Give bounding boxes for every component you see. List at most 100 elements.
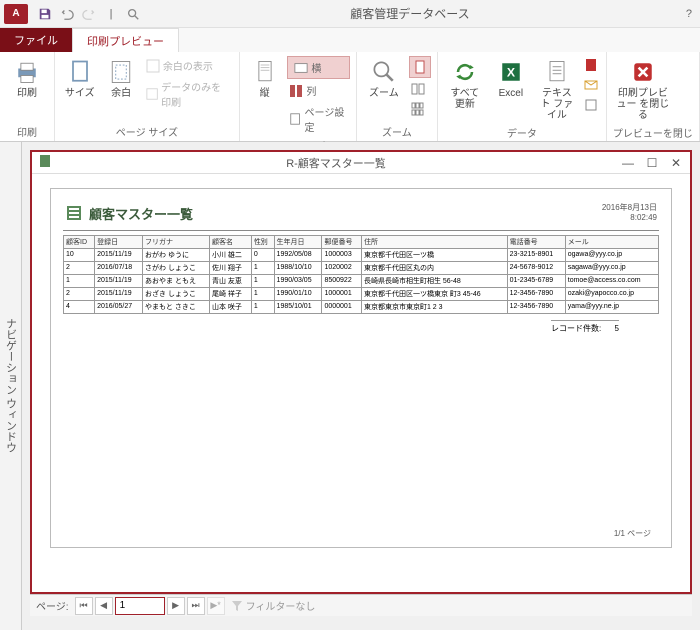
table-cell: あおやま ともえ	[143, 274, 210, 287]
table-row: 102015/11/19おがわ ゆうに小川 雄二01992/05/0810000…	[64, 248, 659, 261]
table-cell: 23-3215-8901	[507, 248, 565, 261]
report-body: 顧客マスター一覧 2016年8月13日 8:02:49 顧客ID登録日フリガナ顧…	[32, 174, 690, 592]
close-icon[interactable]: ✕	[668, 156, 684, 170]
table-cell: 1	[251, 287, 274, 300]
pdf-button[interactable]	[582, 56, 600, 74]
email-button[interactable]	[582, 76, 600, 94]
table-cell: 2016/07/18	[95, 261, 143, 274]
table-header: 登録日	[95, 235, 143, 248]
size-button[interactable]: サイズ	[61, 56, 98, 101]
ribbon: 印刷 印刷 サイズ 余白 余白の表示 データのみを印刷	[0, 52, 700, 142]
landscape-button[interactable]: 横	[287, 56, 349, 79]
report-page: 顧客マスター一覧 2016年8月13日 8:02:49 顧客ID登録日フリガナ顧…	[50, 188, 672, 548]
table-cell: 2015/11/19	[95, 287, 143, 300]
canvas: R-顧客マスター一覧 ― ☐ ✕ 顧客マスター一覧 2016年8月13	[22, 142, 700, 630]
table-header: 顧客名	[209, 235, 251, 248]
table-header: 住所	[361, 235, 507, 248]
table-cell: 佐川 翔子	[209, 261, 251, 274]
table-cell: sagawa@yyy.co.jp	[565, 261, 658, 274]
undo-icon[interactable]	[58, 5, 76, 23]
table-header: 性別	[251, 235, 274, 248]
margin-button[interactable]: 余白	[102, 56, 139, 101]
table-cell: 東京都千代田区一ツ橋東京 町3 45-46	[361, 287, 507, 300]
table-cell: 2015/11/19	[95, 274, 143, 287]
table-cell: yama@yyy.ne.jp	[565, 300, 658, 313]
last-page-button[interactable]: ⏭	[187, 597, 205, 615]
table-row: 22015/11/19おざき しょうこ尾崎 祥子11990/01/1010000…	[64, 287, 659, 300]
table-cell: 尾崎 祥子	[209, 287, 251, 300]
table-cell: 10	[64, 248, 95, 261]
new-page-button: ▶*	[207, 597, 225, 615]
table-cell: 2	[64, 287, 95, 300]
table-cell: 1	[64, 274, 95, 287]
table-cell: tomoe@access.co.com	[565, 274, 658, 287]
help-icon[interactable]: ?	[686, 8, 692, 20]
page-number-input[interactable]	[115, 597, 165, 615]
group-data: すべて 更新 X Excel テキスト ファイル データ	[438, 52, 607, 141]
ribbon-tabs: ファイル 印刷プレビュー	[0, 28, 700, 52]
table-header: フリガナ	[143, 235, 210, 248]
table-cell: 長崎県長崎市相生町相生 56-48	[361, 274, 507, 287]
excel-button[interactable]: X Excel	[490, 56, 532, 101]
print-button[interactable]: 印刷	[6, 56, 48, 101]
table-cell: 4	[64, 300, 95, 313]
table-cell: 2016/05/27	[95, 300, 143, 313]
report-icon	[38, 154, 52, 171]
table-header: 生年月日	[274, 235, 322, 248]
search-icon[interactable]	[124, 5, 142, 23]
close-preview-button[interactable]: 印刷プレビュー を閉じる	[613, 56, 673, 123]
table-cell: 東京都千代田区丸の内	[361, 261, 507, 274]
filter-indicator: フィルターなし	[231, 598, 316, 613]
tab-print-preview[interactable]: 印刷プレビュー	[72, 28, 179, 52]
show-margin-checkbox[interactable]: 余白の表示	[144, 56, 233, 75]
one-page-button[interactable]	[409, 56, 431, 78]
table-cell: 24-5678-9012	[507, 261, 565, 274]
table-cell: 1000001	[322, 287, 361, 300]
table-header: 郵便番号	[322, 235, 361, 248]
record-navigator: ページ: ⏮ ◀ ▶ ⏭ ▶* フィルターなし	[30, 594, 692, 616]
two-page-button[interactable]	[409, 80, 431, 98]
table-cell: 東京都東京市東京町1 2 3	[361, 300, 507, 313]
table-row: 12015/11/19あおやま ともえ青山 友恵11990/03/0585009…	[64, 274, 659, 287]
table-cell: ogawa@yyy.co.jp	[565, 248, 658, 261]
app-icon: A	[4, 4, 28, 24]
prev-page-button[interactable]: ◀	[95, 597, 113, 615]
zoom-button[interactable]: ズーム	[363, 56, 405, 101]
table-cell: おがわ ゆうに	[143, 248, 210, 261]
more-pages-button[interactable]	[409, 100, 431, 118]
report-window: R-顧客マスター一覧 ― ☐ ✕ 顧客マスター一覧 2016年8月13	[30, 150, 692, 594]
table-header: メール	[565, 235, 658, 248]
table-header: 顧客ID	[64, 235, 95, 248]
text-file-button[interactable]: テキスト ファイル	[536, 56, 578, 123]
navigation-pane[interactable]: ナビゲーション ウィンドウ	[0, 142, 22, 630]
page-setup-button[interactable]: ページ設定	[287, 102, 349, 136]
table-cell: 0000001	[322, 300, 361, 313]
table-cell: 1985/10/01	[274, 300, 322, 313]
table-cell: 1990/03/05	[274, 274, 322, 287]
report-table: 顧客ID登録日フリガナ顧客名性別生年月日郵便番号住所電話番号メール 102015…	[63, 235, 659, 314]
minimize-icon[interactable]: ―	[620, 156, 636, 170]
data-only-checkbox[interactable]: データのみを印刷	[144, 77, 233, 111]
columns-button[interactable]: 列	[287, 81, 349, 100]
table-cell: さがわ しょうこ	[143, 261, 210, 274]
save-icon[interactable]	[36, 5, 54, 23]
table-cell: やまもと さきこ	[143, 300, 210, 313]
table-cell: 山本 咲子	[209, 300, 251, 313]
refresh-all-button[interactable]: すべて 更新	[444, 56, 486, 112]
portrait-button[interactable]: 縦	[246, 56, 284, 101]
table-cell: 1	[251, 274, 274, 287]
table-cell: 青山 友恵	[209, 274, 251, 287]
redo-icon[interactable]	[80, 5, 98, 23]
maximize-icon[interactable]: ☐	[644, 156, 660, 170]
table-cell: 0	[251, 248, 274, 261]
group-print: 印刷 印刷	[0, 52, 55, 141]
tab-file[interactable]: ファイル	[0, 28, 72, 52]
qat-separator: |	[102, 5, 120, 23]
recnav-label: ページ:	[36, 598, 69, 613]
window-title: 顧客管理データベース	[142, 5, 678, 22]
record-count: レコード件数: 5	[63, 320, 659, 334]
more-export-button[interactable]	[582, 96, 600, 114]
next-page-button[interactable]: ▶	[167, 597, 185, 615]
report-window-title: R-顧客マスター一覧	[52, 155, 620, 171]
first-page-button[interactable]: ⏮	[75, 597, 93, 615]
